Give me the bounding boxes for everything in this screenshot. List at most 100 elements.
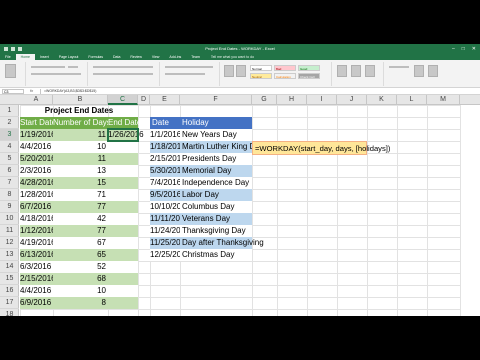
save-icon[interactable] (4, 46, 8, 51)
row-header-8[interactable]: 8 (0, 189, 19, 201)
merge-center-button[interactable] (93, 73, 153, 75)
row-header-13[interactable]: 13 (0, 249, 19, 261)
autosum-button[interactable] (389, 66, 409, 68)
column-header-k[interactable]: K (367, 95, 397, 105)
column-header-h[interactable]: H (277, 95, 307, 105)
formula-input[interactable]: =WORKDAY(A3,B3,$D$3:$D$15) (40, 89, 476, 94)
style-normal[interactable]: Normal (250, 65, 272, 71)
row-header-7[interactable]: 7 (0, 177, 19, 189)
holiday-date-cell[interactable]: 1/18/2016 (150, 141, 186, 153)
conditional-formatting-icon[interactable] (224, 65, 234, 77)
end-date-cell[interactable] (108, 201, 138, 213)
column-header-j[interactable]: J (337, 95, 367, 105)
end-date-cell[interactable] (108, 189, 138, 201)
end-date-cell[interactable] (108, 213, 138, 225)
holiday-date-cell[interactable]: 11/24/2016 (150, 225, 189, 237)
column-header-i[interactable]: I (307, 95, 337, 105)
row-header-1[interactable]: 1 (0, 105, 19, 117)
end-date-cell[interactable] (108, 165, 138, 177)
number-format-select[interactable] (165, 66, 213, 68)
column-header-l[interactable]: L (397, 95, 427, 105)
holiday-date-cell[interactable]: 12/25/2016 (150, 249, 190, 261)
row-header-9[interactable]: 9 (0, 201, 19, 213)
end-date-cell[interactable] (108, 153, 138, 165)
start-date-cell[interactable]: 4/19/2016 (20, 237, 56, 249)
style-bad[interactable]: Bad (274, 65, 296, 71)
days-cell[interactable]: 8 (53, 297, 108, 309)
holiday-name-cell[interactable]: Veterans Day (180, 213, 252, 225)
header-holiday[interactable]: Holiday (180, 117, 252, 129)
start-date-cell[interactable]: 4/4/2016 (20, 141, 53, 153)
end-date-cell[interactable] (108, 297, 138, 309)
days-cell[interactable]: 67 (53, 237, 108, 249)
holiday-date-cell[interactable]: 10/10/2016 (150, 201, 190, 213)
row-header-6[interactable]: 6 (0, 165, 19, 177)
start-date-cell[interactable]: 1/12/2016 (20, 225, 56, 237)
holiday-name-cell[interactable]: Columbus Day (180, 201, 252, 213)
days-cell[interactable]: 77 (53, 201, 108, 213)
format-as-table-icon[interactable] (236, 65, 246, 77)
holiday-name-cell[interactable]: Labor Day (180, 189, 252, 201)
find-select-icon[interactable] (428, 65, 438, 77)
paste-icon[interactable] (5, 64, 16, 78)
days-cell[interactable]: 13 (53, 165, 108, 177)
days-cell[interactable]: 11 (53, 129, 108, 141)
sort-filter-icon[interactable] (414, 65, 424, 77)
header-date[interactable]: Date (150, 117, 180, 129)
style-calculation[interactable]: Calculation (274, 73, 296, 79)
header-number-of-days[interactable]: Number of Days (53, 117, 111, 129)
font-name-select[interactable] (31, 66, 65, 68)
start-date-cell[interactable]: 4/4/2016 (20, 285, 53, 297)
font-format-buttons[interactable] (31, 73, 81, 75)
header-start-date[interactable]: Start Date (20, 117, 56, 129)
start-date-cell[interactable]: 2/3/2016 (20, 165, 53, 177)
end-date-cell[interactable] (108, 225, 138, 237)
start-date-cell[interactable]: 5/20/2016 (20, 153, 56, 165)
row-header-3[interactable]: 3 (0, 129, 19, 141)
holiday-name-cell[interactable]: Presidents Day (180, 153, 252, 165)
column-header-e[interactable]: E (150, 95, 180, 105)
undo-icon[interactable] (11, 46, 15, 51)
name-box[interactable]: C3 (2, 89, 24, 94)
holiday-date-cell[interactable]: 5/30/2016 (150, 165, 186, 177)
holiday-date-cell[interactable]: 1/1/2016 (150, 129, 181, 141)
cells-area[interactable]: Project End Dates Start Date Number of Day… (20, 105, 480, 316)
row-header-14[interactable]: 14 (0, 261, 19, 273)
start-date-cell[interactable]: 4/18/2016 (20, 213, 56, 225)
start-date-cell[interactable]: 6/3/2016 (20, 261, 53, 273)
insert-function-icon[interactable]: fx (30, 88, 33, 93)
row-header-18[interactable]: 18 (0, 309, 19, 316)
end-date-cell[interactable] (108, 261, 138, 273)
days-cell[interactable]: 11 (53, 153, 108, 165)
redo-icon[interactable] (18, 46, 22, 51)
days-cell[interactable]: 71 (53, 189, 108, 201)
style-check-cell[interactable]: Check Cell (298, 73, 320, 79)
close-button[interactable]: ✕ (472, 46, 476, 52)
row-header-5[interactable]: 5 (0, 153, 19, 165)
row-header-17[interactable]: 17 (0, 297, 19, 309)
days-cell[interactable]: 42 (53, 213, 108, 225)
days-cell[interactable]: 52 (53, 261, 108, 273)
holiday-name-cell[interactable]: Thanksgiving Day (180, 225, 252, 237)
days-cell[interactable]: 15 (53, 177, 108, 189)
start-date-cell[interactable]: 4/28/2016 (20, 177, 56, 189)
sheet-title[interactable]: Project End Dates (20, 105, 138, 117)
start-date-cell[interactable]: 6/9/2016 (20, 297, 53, 309)
holiday-name-cell[interactable]: Day after Thanksgiving (180, 237, 264, 249)
column-header-b[interactable]: B (53, 95, 108, 105)
row-header-12[interactable]: 12 (0, 237, 19, 249)
row-header-16[interactable]: 16 (0, 285, 19, 297)
end-date-cell[interactable] (108, 237, 138, 249)
wrap-text-button[interactable] (93, 66, 153, 68)
row-header-11[interactable]: 11 (0, 225, 19, 237)
row-header-4[interactable]: 4 (0, 141, 19, 153)
days-cell[interactable]: 77 (53, 225, 108, 237)
holiday-date-cell[interactable]: 2/15/2016 (150, 153, 186, 165)
format-cells-icon[interactable] (365, 65, 375, 77)
holiday-name-cell[interactable]: Christmas Day (180, 249, 252, 261)
holiday-name-cell[interactable]: New Years Day (180, 129, 252, 141)
days-cell[interactable]: 10 (53, 141, 108, 153)
days-cell[interactable]: 68 (53, 273, 108, 285)
column-header-g[interactable]: G (252, 95, 277, 105)
row-header-15[interactable]: 15 (0, 273, 19, 285)
